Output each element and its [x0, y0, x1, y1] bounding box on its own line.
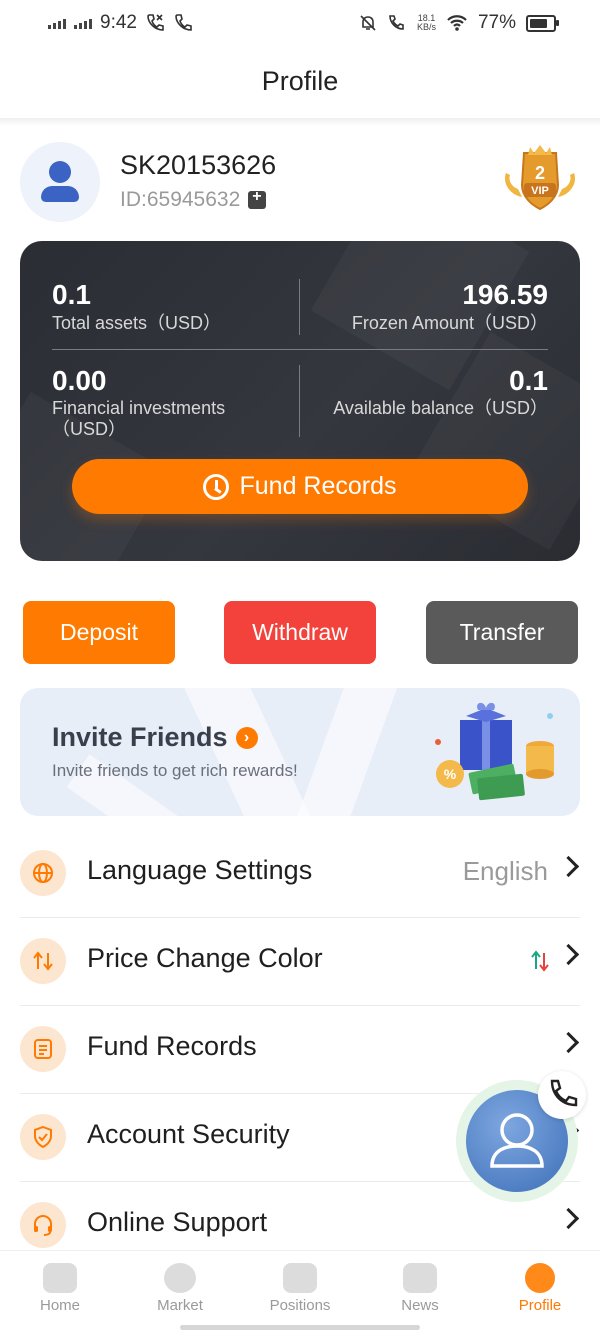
net-speed-unit: KB/s [416, 22, 436, 32]
phone-icon[interactable] [538, 1071, 586, 1119]
chevron-right-icon [557, 1207, 580, 1230]
total-assets-value: 0.1 [52, 279, 91, 310]
chevron-right-icon: › [235, 726, 258, 749]
card-divider-h [52, 349, 548, 350]
menu-label-language: Language Settings [87, 855, 313, 885]
menu-item-language[interactable]: Language Settings English [20, 829, 580, 918]
header-divider [0, 118, 600, 126]
gift-icon: % [435, 702, 554, 801]
bottom-nav: Home Market Positions News Profile [0, 1250, 600, 1334]
invite-friends-banner[interactable]: Invite Friends › Invite friends to get r… [20, 688, 580, 816]
phone-icon [175, 14, 192, 31]
menu-value-language: English [462, 856, 548, 886]
card-divider-v [299, 279, 300, 335]
fund-records-button-label: Fund Records [239, 472, 397, 500]
nav-positions-label: Positions [269, 1297, 331, 1314]
net-speed: 18.1 KB/s [417, 14, 436, 32]
nav-home[interactable]: Home [0, 1263, 120, 1314]
nav-market-label: Market [157, 1297, 203, 1314]
avatar[interactable] [20, 142, 100, 222]
avatar-body [41, 186, 79, 202]
nav-positions[interactable]: Positions [240, 1263, 360, 1314]
financial-investments-label-line2: （USD） [52, 419, 127, 439]
vip-badge-icon[interactable]: 2 VIP [500, 143, 580, 213]
signal-icon-2 [74, 17, 92, 29]
signal-icon [48, 17, 66, 29]
nav-news-label: News [401, 1297, 439, 1314]
status-time: 9:42 [100, 12, 137, 33]
home-indicator[interactable] [180, 1325, 420, 1330]
headset-icon [20, 1202, 66, 1248]
profile-icon [525, 1263, 555, 1293]
username: SK20153626 [120, 150, 277, 180]
svg-text:%: % [444, 766, 457, 782]
battery-icon [526, 14, 559, 32]
avatar-head [49, 161, 71, 183]
home-icon [43, 1263, 77, 1293]
transfer-button[interactable]: Transfer [426, 601, 578, 664]
chevron-right-icon [557, 1031, 580, 1054]
globe-icon [20, 850, 66, 896]
fund-records-button[interactable]: Fund Records [72, 459, 528, 514]
price-swap-icon [20, 938, 66, 984]
nav-profile-label: Profile [518, 1297, 562, 1314]
financial-investments-value: 0.00 [52, 365, 107, 396]
card-divider-v2 [299, 365, 300, 437]
menu-item-price-color[interactable]: Price Change Color [20, 917, 580, 1006]
copy-icon[interactable] [248, 188, 267, 209]
up-down-color-icon [531, 950, 549, 972]
deposit-button[interactable]: Deposit [23, 601, 175, 664]
news-icon [403, 1263, 437, 1293]
mute-icon [360, 15, 376, 31]
frozen-amount-label: Frozen Amount（USD） [351, 313, 548, 333]
invite-title: Invite Friends [52, 722, 228, 752]
invite-title-row: Invite Friends › [52, 722, 258, 753]
withdraw-button[interactable]: Withdraw [224, 601, 376, 664]
user-id: ID:65945632 [120, 188, 241, 211]
battery-percent: 77% [477, 12, 516, 33]
page-title: Profile [261, 66, 339, 96]
shield-check-icon [20, 1114, 66, 1160]
wifi-call-icon [389, 15, 404, 30]
menu-item-fund-records[interactable]: Fund Records [20, 1005, 580, 1094]
banner-ray [283, 688, 407, 816]
total-assets-label: Total assets（USD） [52, 313, 222, 333]
vip-level: 2 [535, 163, 545, 183]
nav-profile[interactable]: Profile [480, 1263, 600, 1314]
menu-label-online-support: Online Support [87, 1207, 268, 1237]
positions-icon [283, 1263, 317, 1293]
nav-news[interactable]: News [360, 1263, 480, 1314]
available-balance-value: 0.1 [509, 365, 548, 396]
chevron-right-icon [557, 943, 580, 966]
user-id-row: ID:65945632 [120, 188, 267, 212]
available-balance-label: Available balance（USD） [333, 398, 548, 418]
frozen-amount-value: 196.59 [462, 279, 548, 310]
chevron-right-icon [557, 855, 580, 878]
asset-card: 0.1 Total assets（USD） 196.59 Frozen Amou… [20, 241, 580, 561]
wifi-icon [447, 15, 467, 31]
menu-label-fund-records: Fund Records [87, 1031, 257, 1061]
nav-market[interactable]: Market [120, 1263, 240, 1314]
status-bar: 9:42 18.1 KB/s 77% [0, 0, 600, 48]
invite-subtitle: Invite friends to get rich rewards! [52, 761, 298, 780]
nav-home-label: Home [39, 1297, 80, 1314]
menu-label-account-security: Account Security [87, 1119, 290, 1149]
market-icon [164, 1263, 196, 1293]
financial-investments-label: Financial investments （USD） [52, 398, 225, 440]
menu-label-price-color: Price Change Color [87, 943, 323, 973]
document-icon [20, 1026, 66, 1072]
financial-investments-label-line1: Financial investments [52, 398, 226, 418]
clock-icon [203, 473, 230, 500]
vip-label: VIP [531, 185, 549, 197]
phone-call-icon [147, 14, 164, 31]
